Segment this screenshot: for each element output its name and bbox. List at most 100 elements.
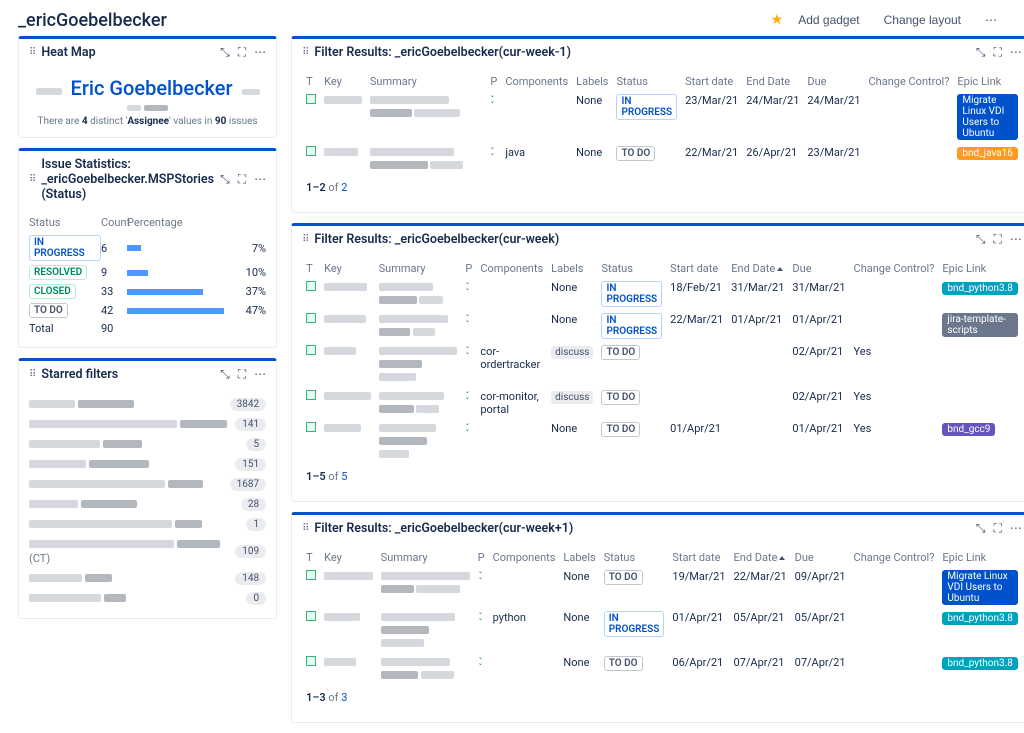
add-gadget-button[interactable]: Add gadget xyxy=(789,8,868,32)
col-due[interactable]: Due xyxy=(803,72,864,91)
status-badge[interactable]: IN PROGRESS xyxy=(29,235,101,261)
status-badge[interactable]: RESOLVED xyxy=(29,265,87,280)
minimize-icon[interactable]: ⤡ xyxy=(220,172,230,187)
col-labels[interactable]: Labels xyxy=(572,72,612,91)
epic-link[interactable]: bnd_python3.8 xyxy=(942,657,1017,670)
issue-summary[interactable] xyxy=(375,387,462,419)
table-row[interactable]: ˇ python None IN PROGRESS 01/Apr/21 05/A… xyxy=(302,608,1022,653)
issue-summary[interactable] xyxy=(366,91,487,143)
col-key[interactable]: Key xyxy=(320,259,375,278)
table-row[interactable]: ˇ None IN PROGRESS 18/Feb/21 31/Mar/21 3… xyxy=(302,278,1022,310)
col-key[interactable]: Key xyxy=(320,548,377,567)
table-row[interactable]: ˇ None TO DO 01/Apr/21 01/Apr/21 Yes bnd… xyxy=(302,419,1022,464)
starred-filter-row[interactable]: 3842 xyxy=(29,394,266,414)
epic-link[interactable]: Migrate Linux VDI Users to Ubuntu xyxy=(957,94,1018,140)
label-tag[interactable]: discuss xyxy=(551,346,593,359)
epic-link[interactable]: bnd_gcc9 xyxy=(942,423,995,436)
starred-filter-row[interactable]: (CT)109 xyxy=(29,534,266,568)
starred-filter-row[interactable]: 0 xyxy=(29,588,266,608)
more-icon[interactable]: ⋯ xyxy=(1010,232,1022,247)
col-key[interactable]: Key xyxy=(320,72,366,91)
status-badge[interactable]: TO DO xyxy=(601,422,640,437)
starred-filter-row[interactable]: 28 xyxy=(29,494,266,514)
status-badge[interactable]: TO DO xyxy=(604,570,643,585)
col-labels[interactable]: Labels xyxy=(547,259,597,278)
drag-handle-icon[interactable]: ⠿ xyxy=(302,523,308,534)
issue-summary[interactable] xyxy=(377,567,474,608)
epic-link[interactable]: bnd_python3.8 xyxy=(942,282,1017,295)
drag-handle-icon[interactable]: ⠿ xyxy=(302,234,308,245)
col-start[interactable]: Start date xyxy=(668,548,729,567)
status-badge[interactable]: TO DO xyxy=(616,146,655,161)
issue-key[interactable] xyxy=(320,278,375,310)
pager-total[interactable]: 3 xyxy=(341,691,347,704)
col-due[interactable]: Due xyxy=(791,548,850,567)
heatmap-name[interactable]: Eric Goebelbecker xyxy=(71,76,233,100)
col-cc[interactable]: Change Control? xyxy=(850,259,939,278)
issue-key[interactable] xyxy=(320,91,366,143)
more-icon[interactable]: ⋯ xyxy=(1010,521,1022,536)
drag-handle-icon[interactable]: ⠿ xyxy=(29,369,35,380)
pager-total[interactable]: 2 xyxy=(341,181,347,194)
maximize-icon[interactable]: ⛶ xyxy=(238,172,246,187)
col-labels[interactable]: Labels xyxy=(559,548,599,567)
minimize-icon[interactable]: ⤡ xyxy=(220,45,230,60)
status-badge[interactable]: TO DO xyxy=(29,303,68,318)
issue-summary[interactable] xyxy=(377,653,474,685)
epic-link[interactable]: bnd_python3.8 xyxy=(942,612,1017,625)
col-components[interactable]: Components xyxy=(501,72,572,91)
status-badge[interactable]: TO DO xyxy=(601,390,640,405)
issue-key[interactable] xyxy=(320,387,375,419)
issue-key[interactable] xyxy=(320,419,375,464)
starred-filter-row[interactable]: 148 xyxy=(29,568,266,588)
more-button[interactable]: ⋯ xyxy=(976,8,1006,32)
minimize-icon[interactable]: ⤡ xyxy=(976,232,986,247)
epic-link[interactable]: bnd_java16 xyxy=(957,147,1018,160)
status-badge[interactable]: IN PROGRESS xyxy=(604,611,665,637)
col-end[interactable]: End Date xyxy=(742,72,803,91)
status-badge[interactable]: IN PROGRESS xyxy=(616,94,677,120)
col-t[interactable]: T xyxy=(302,259,320,278)
minimize-icon[interactable]: ⤡ xyxy=(976,45,986,60)
starred-filter-row[interactable]: 1687 xyxy=(29,474,266,494)
table-row[interactable]: ˇ cor-ordertracker discuss TO DO 02/Apr/… xyxy=(302,342,1022,387)
col-summary[interactable]: Summary xyxy=(375,259,462,278)
col-p[interactable]: P xyxy=(461,259,476,278)
more-icon[interactable]: ⋯ xyxy=(254,45,266,60)
maximize-icon[interactable]: ⛶ xyxy=(993,521,1001,536)
issue-summary[interactable] xyxy=(375,310,462,342)
col-start[interactable]: Start date xyxy=(666,259,727,278)
star-icon[interactable]: ★ xyxy=(771,12,784,28)
col-status[interactable]: Status xyxy=(612,72,681,91)
pager-total[interactable]: 5 xyxy=(341,470,347,483)
minimize-icon[interactable]: ⤡ xyxy=(976,521,986,536)
col-due[interactable]: Due xyxy=(788,259,849,278)
col-p[interactable]: P xyxy=(474,548,489,567)
epic-link[interactable]: jira-template-scripts xyxy=(942,313,1017,337)
col-end[interactable]: End Date xyxy=(730,548,791,567)
starred-filter-row[interactable]: 141 xyxy=(29,414,266,434)
table-row[interactable]: ˇ None TO DO 06/Apr/21 07/Apr/21 07/Apr/… xyxy=(302,653,1022,685)
table-row[interactable]: ˇ None IN PROGRESS 23/Mar/21 24/Mar/21 2… xyxy=(302,91,1022,143)
status-badge[interactable]: CLOSED xyxy=(29,284,76,299)
col-epic[interactable]: Epic Link xyxy=(953,72,1022,91)
col-epic[interactable]: Epic Link xyxy=(938,548,1021,567)
col-epic[interactable]: Epic Link xyxy=(938,259,1021,278)
status-badge[interactable]: IN PROGRESS xyxy=(601,281,662,307)
label-tag[interactable]: discuss xyxy=(551,391,593,404)
col-p[interactable]: P xyxy=(486,72,501,91)
issue-key[interactable] xyxy=(320,143,366,175)
col-summary[interactable]: Summary xyxy=(377,548,474,567)
issue-summary[interactable] xyxy=(375,419,462,464)
col-summary[interactable]: Summary xyxy=(366,72,487,91)
starred-filter-row[interactable]: 1 xyxy=(29,514,266,534)
issue-key[interactable] xyxy=(320,608,377,653)
change-layout-button[interactable]: Change layout xyxy=(875,8,970,32)
issue-key[interactable] xyxy=(320,342,375,387)
more-icon[interactable]: ⋯ xyxy=(254,172,266,187)
epic-link[interactable]: Migrate Linux VDI Users to Ubuntu xyxy=(942,570,1017,605)
col-cc[interactable]: Change Control? xyxy=(850,548,939,567)
drag-handle-icon[interactable]: ⠿ xyxy=(302,47,308,58)
maximize-icon[interactable]: ⛶ xyxy=(993,232,1001,247)
issue-summary[interactable] xyxy=(375,342,462,387)
